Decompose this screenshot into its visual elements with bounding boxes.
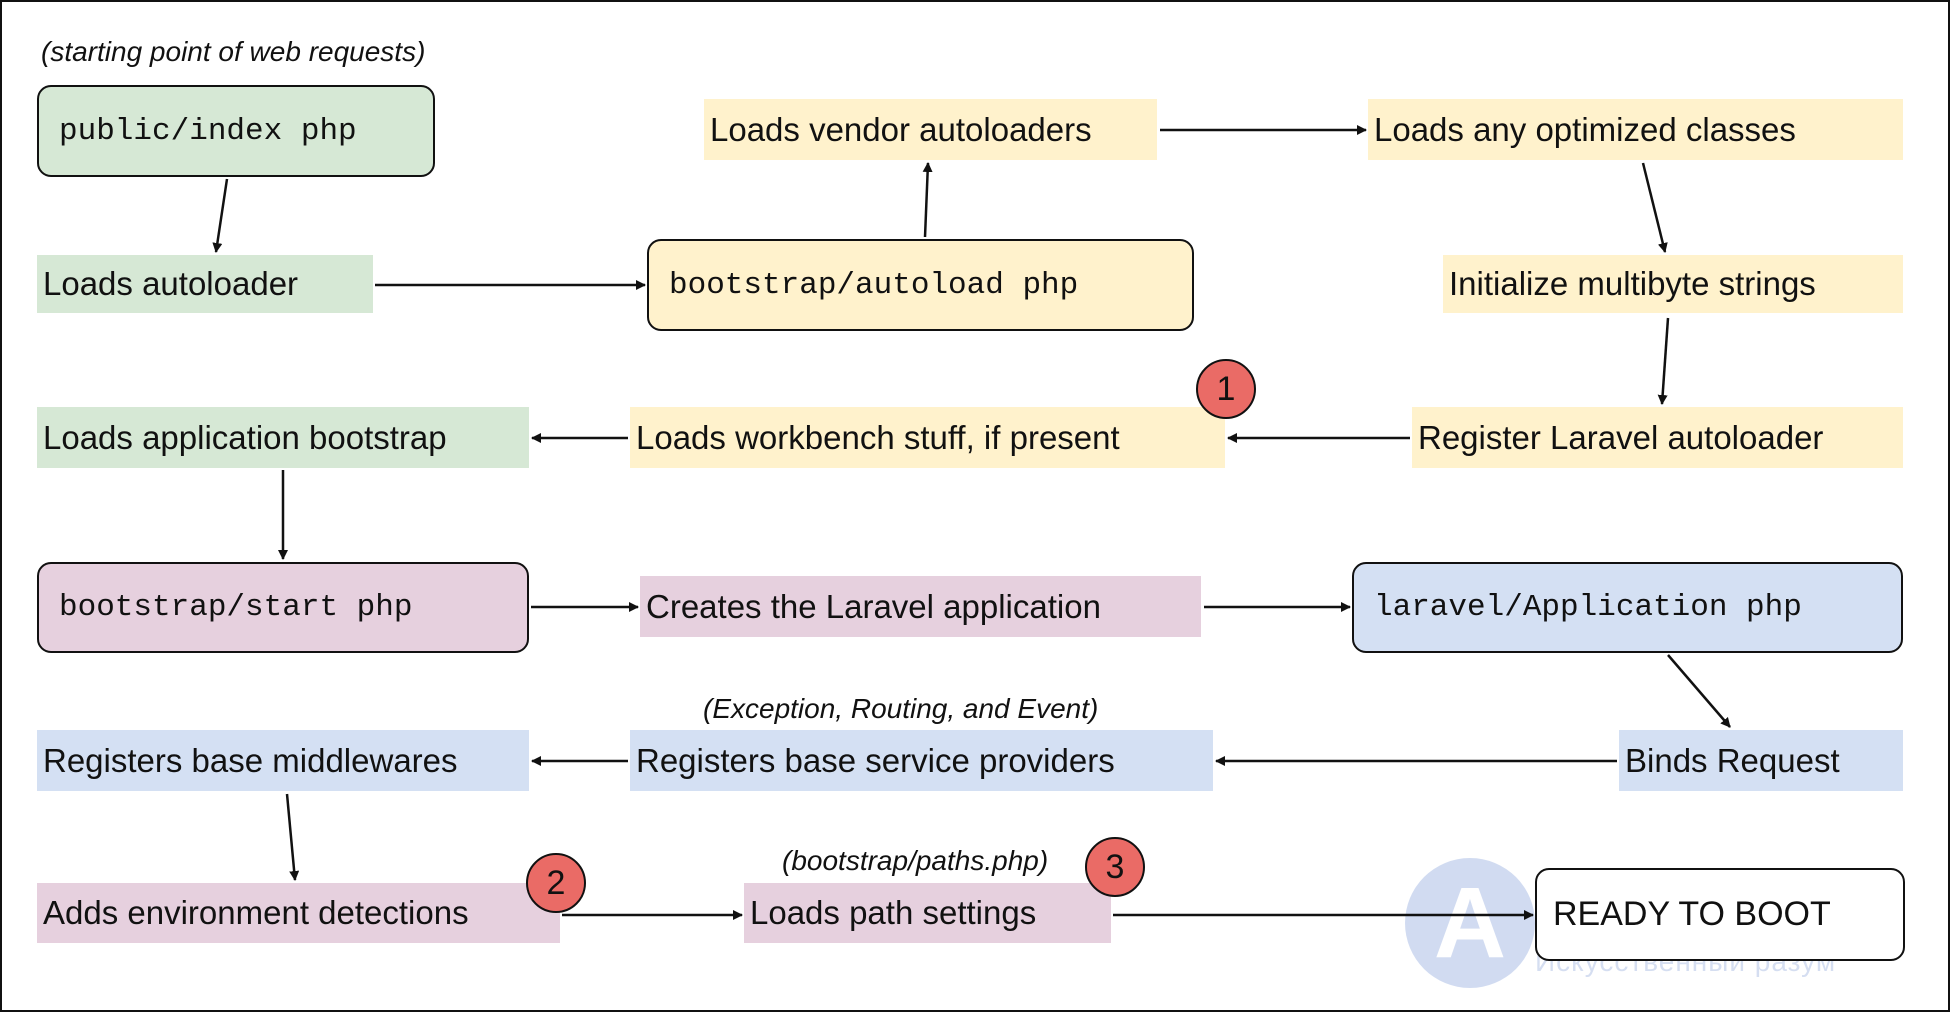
arrow-multibyte-to-register xyxy=(1657,317,1670,405)
step-badge-2: 2 xyxy=(526,853,586,913)
node-bootstrap-autoload: bootstrap/autoload php xyxy=(647,239,1194,331)
node-service-providers: Registers base service providers xyxy=(630,730,1213,791)
node-laravel-application: laravel/Application php xyxy=(1352,562,1903,653)
node-env-detection: Adds environment detections xyxy=(37,883,560,943)
node-binds-request: Binds Request xyxy=(1619,730,1903,791)
node-public-index: public/index php xyxy=(37,85,435,177)
node-ready-to-boot: READY TO BOOT xyxy=(1535,868,1905,961)
node-register-autoloader: Register Laravel autoloader xyxy=(1412,407,1903,468)
node-vendor-autoloaders: Loads vendor autoloaders xyxy=(704,99,1157,160)
node-middlewares: Registers base middlewares xyxy=(37,730,529,791)
arrow-middlewares-to-env xyxy=(285,793,300,881)
caption-start: (starting point of web requests) xyxy=(41,36,426,67)
caption-service-providers: (Exception, Routing, and Event) xyxy=(703,693,1099,724)
node-creates-app: Creates the Laravel application xyxy=(640,576,1201,637)
node-app-bootstrap: Loads application bootstrap xyxy=(37,407,529,468)
arrow-bootstrap-autoload-to-vendor xyxy=(922,162,933,238)
arrow-index-to-autoloader xyxy=(212,178,229,253)
arrow-optimized-to-multibyte xyxy=(1641,162,1668,253)
node-workbench: Loads workbench stuff, if present xyxy=(630,407,1225,468)
node-loads-autoloader: Loads autoloader xyxy=(37,255,373,313)
step-badge-1: 1 xyxy=(1196,359,1256,419)
step-badge-3: 3 xyxy=(1085,837,1145,897)
node-path-settings: Loads path settings xyxy=(744,883,1111,943)
node-multibyte: Initialize multibyte strings xyxy=(1443,255,1903,313)
node-bootstrap-start: bootstrap/start php xyxy=(37,562,529,653)
arrow-application-to-binds-request xyxy=(1667,654,1731,728)
caption-paths: (bootstrap/paths.php) xyxy=(782,845,1049,876)
node-optimized-classes: Loads any optimized classes xyxy=(1368,99,1903,160)
